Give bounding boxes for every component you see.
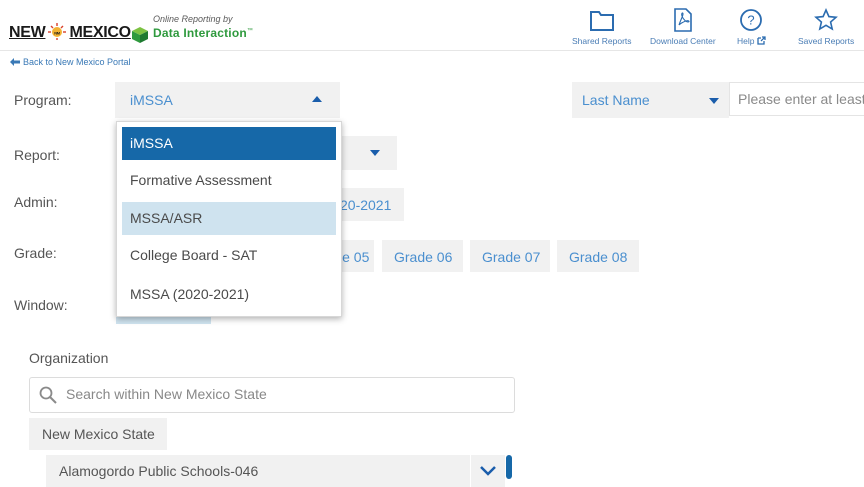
back-to-portal-link[interactable]: Back to New Mexico Portal [10,57,131,67]
grade-chip-08[interactable]: Grade 08 [557,240,639,272]
logo-tagline: Online Reporting by [153,14,233,24]
organization-breadcrumb[interactable]: New Mexico State [29,418,167,450]
saved-reports-label: Saved Reports [798,36,855,46]
breadcrumb-label: New Mexico State [42,426,155,442]
organization-scrollbar[interactable] [506,455,512,479]
pdf-file-icon [674,8,692,32]
folder-icon [589,11,614,31]
grade-label: Grade: [14,245,57,261]
shared-reports-button[interactable]: Shared Reports [572,8,632,46]
option-label: Formative Assessment [130,172,272,188]
option-label: College Board - SAT [130,247,258,263]
brand-name: Data Interaction [153,26,247,40]
program-option-mssa-asr[interactable]: MSSA/ASR [122,202,336,235]
chevron-down-icon [480,466,496,476]
svg-text:?: ? [748,13,755,28]
option-label: MSSA (2020-2021) [130,286,250,302]
option-label: iMSSA [130,135,173,151]
grade-chip-label: Grade 06 [394,249,453,265]
star-icon [814,8,839,31]
program-label: Program: [14,92,72,108]
organization-search[interactable] [29,377,515,413]
organization-label: Organization [29,350,109,366]
search-field-value: Last Name [582,92,650,108]
program-option-college-board-sat[interactable]: College Board - SAT [122,239,336,272]
expand-organization-button[interactable] [471,455,505,487]
admin-option-label: 20-2021 [340,197,392,213]
grade-chip-07[interactable]: Grade 07 [470,240,550,272]
report-select[interactable] [341,136,397,170]
zia-sun-icon: NM [48,23,67,40]
program-option-mssa-2020-2021[interactable]: MSSA (2020-2021) [122,278,336,311]
new-mexico-logo[interactable]: NEW NM MEXICO [9,22,131,42]
download-center-label: Download Center [650,36,716,46]
logo-new-text: NEW [9,24,46,41]
search-field-select[interactable]: Last Name [572,82,729,118]
grade-chip-06[interactable]: Grade 06 [382,240,463,272]
logo-brand: Data Interaction™ [153,26,253,40]
organization-search-input[interactable] [66,379,506,409]
external-link-icon [757,36,766,45]
organization-list-item[interactable]: Alamogordo Public Schools-046 [46,455,470,487]
data-interaction-cube-icon [132,27,148,43]
help-button[interactable]: ? Help [737,8,766,46]
grade-chip-label: Grade 07 [482,249,541,265]
shared-reports-label: Shared Reports [572,36,632,46]
last-name-search-input[interactable] [729,82,864,116]
program-option-imssa[interactable]: iMSSA [122,127,336,160]
program-dropdown-list: iMSSA Formative Assessment MSSA/ASR Coll… [116,121,342,317]
report-label: Report: [14,147,60,163]
question-circle-icon: ? [740,9,763,31]
caret-down-icon [370,150,380,156]
window-label: Window: [14,297,68,313]
logo-mexico-text: MEXICO [69,24,131,41]
help-label: Help [737,36,766,46]
back-link-label: Back to New Mexico Portal [23,57,131,67]
back-arrow-icon [10,58,20,66]
admin-label: Admin: [14,194,58,210]
svg-text:NM: NM [55,31,62,36]
caret-up-icon [312,96,322,102]
organization-name: Alamogordo Public Schools-046 [59,463,259,479]
brand-tm: ™ [246,28,254,34]
download-center-button[interactable]: Download Center [650,8,716,46]
caret-down-icon [709,98,719,104]
program-option-formative-assessment[interactable]: Formative Assessment [122,164,336,197]
app-header: NEW NM MEXICO Online Reporting by Data Int… [0,0,864,51]
search-icon [39,386,57,404]
grade-chip-label: Grade 08 [569,249,628,265]
saved-reports-button[interactable]: Saved Reports [798,8,854,46]
option-label: MSSA/ASR [130,210,203,226]
program-select[interactable]: iMSSA [115,82,340,118]
program-selected-value: iMSSA [130,92,173,108]
